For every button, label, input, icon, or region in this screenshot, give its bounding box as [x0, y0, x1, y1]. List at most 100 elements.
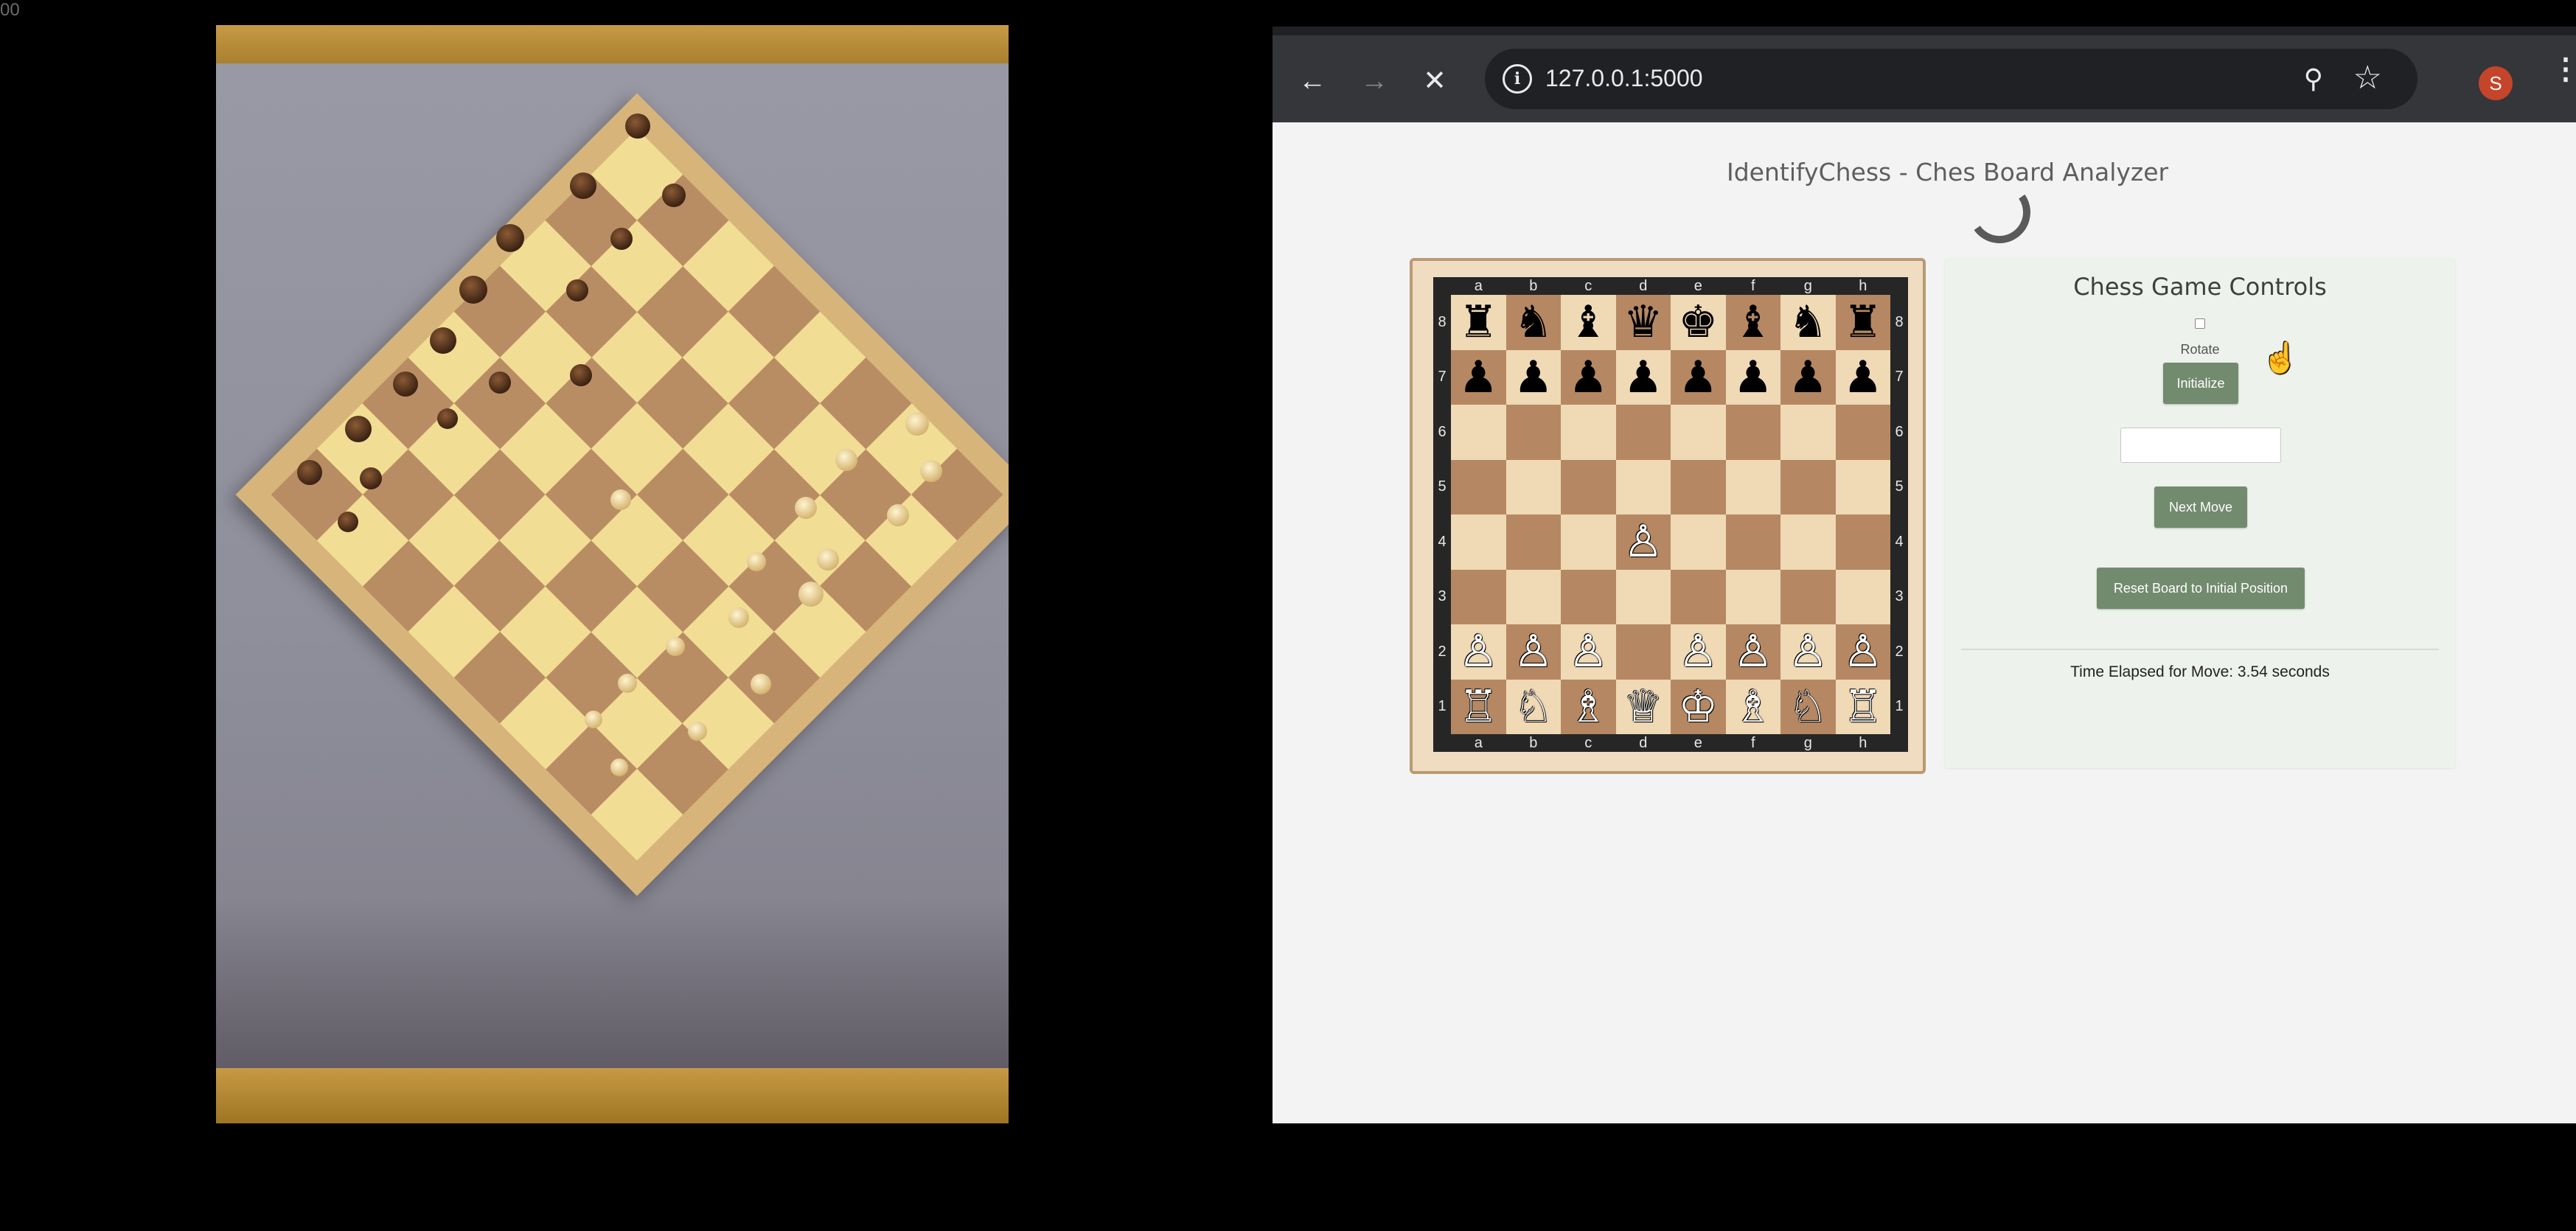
address-bar[interactable]: i 127.0.0.1:5000 ⚲ ☆ [1485, 49, 2417, 109]
square-f7[interactable]: ♟ [1725, 349, 1780, 405]
chess-piece[interactable]: ♗ [1733, 685, 1773, 729]
square-h2[interactable]: ♙ [1835, 624, 1890, 680]
forward-arrow-icon[interactable]: → [1360, 66, 1389, 96]
chess-piece[interactable]: ♜ [1458, 300, 1498, 344]
square-b5[interactable] [1505, 459, 1561, 515]
square-h6[interactable] [1835, 405, 1890, 460]
chess-piece[interactable]: ♘ [1514, 685, 1553, 729]
square-f8[interactable]: ♝ [1725, 295, 1780, 350]
square-e6[interactable] [1671, 405, 1726, 460]
square-b4[interactable] [1505, 515, 1561, 570]
stop-loading-icon[interactable]: ✕ [1420, 66, 1449, 96]
square-a4[interactable] [1451, 515, 1506, 570]
chess-piece[interactable]: ♖ [1843, 685, 1883, 729]
chess-piece[interactable]: ♙ [1568, 630, 1608, 674]
square-g5[interactable] [1780, 459, 1836, 515]
square-f6[interactable] [1725, 405, 1780, 460]
square-g6[interactable] [1780, 405, 1836, 460]
square-d1[interactable]: ♕ [1615, 679, 1671, 734]
square-d3[interactable] [1615, 569, 1671, 624]
square-b2[interactable]: ♙ [1505, 624, 1561, 680]
next-move-button[interactable]: Next Move [2154, 487, 2247, 528]
chess-piece[interactable]: ♟ [1678, 355, 1718, 400]
zoom-icon[interactable]: ⚲ [2304, 63, 2323, 94]
chess-piece[interactable]: ♙ [1514, 630, 1553, 674]
chess-piece[interactable]: ♙ [1678, 630, 1718, 674]
square-g1[interactable]: ♘ [1780, 679, 1836, 734]
bookmark-star-icon[interactable]: ☆ [2353, 59, 2382, 97]
square-a6[interactable] [1451, 405, 1506, 460]
square-b1[interactable]: ♘ [1505, 679, 1561, 734]
chess-piece[interactable]: ♟ [1458, 355, 1498, 400]
back-arrow-icon[interactable]: ← [1298, 66, 1327, 96]
url-text[interactable]: 127.0.0.1:5000 [1545, 65, 1703, 92]
square-h3[interactable] [1835, 569, 1890, 624]
square-e3[interactable] [1671, 569, 1726, 624]
chess-piece[interactable]: ♖ [1458, 685, 1498, 729]
square-g2[interactable]: ♙ [1780, 624, 1836, 680]
square-b8[interactable]: ♞ [1505, 295, 1561, 350]
square-c7[interactable]: ♟ [1561, 349, 1616, 405]
square-b7[interactable]: ♟ [1505, 349, 1561, 405]
square-h4[interactable] [1835, 515, 1890, 570]
square-h5[interactable] [1835, 459, 1890, 515]
square-a8[interactable]: ♜ [1451, 295, 1506, 350]
initialize-button[interactable]: Initialize [2163, 363, 2238, 404]
square-f1[interactable]: ♗ [1725, 679, 1780, 734]
chess-piece[interactable]: ♚ [1678, 300, 1718, 344]
chess-piece[interactable]: ♟ [1843, 355, 1883, 400]
chess-piece[interactable]: ♞ [1788, 300, 1828, 344]
chess-piece[interactable]: ♟ [1514, 355, 1553, 400]
square-f2[interactable]: ♙ [1725, 624, 1780, 680]
square-f4[interactable] [1725, 515, 1780, 570]
square-b3[interactable] [1505, 569, 1561, 624]
square-g4[interactable] [1780, 515, 1836, 570]
chess-piece[interactable]: ♗ [1568, 685, 1608, 729]
chess-piece[interactable]: ♜ [1843, 300, 1883, 344]
square-d7[interactable]: ♟ [1615, 349, 1671, 405]
square-f5[interactable] [1725, 459, 1780, 515]
square-e5[interactable] [1671, 459, 1726, 515]
square-c2[interactable]: ♙ [1561, 624, 1616, 680]
reset-board-button[interactable]: Reset Board to Initial Position [2097, 568, 2305, 609]
square-c6[interactable] [1561, 405, 1616, 460]
chess-piece[interactable]: ♕ [1623, 685, 1663, 729]
chess-piece[interactable]: ♟ [1733, 355, 1773, 400]
chess-piece[interactable]: ♞ [1514, 300, 1553, 344]
menu-kebab-icon[interactable]: ⋮ [2551, 55, 2576, 84]
square-c5[interactable] [1561, 459, 1616, 515]
chess-piece[interactable]: ♝ [1568, 300, 1608, 344]
chess-piece[interactable]: ♟ [1623, 355, 1663, 400]
square-a5[interactable] [1451, 459, 1506, 515]
square-h8[interactable]: ♜ [1835, 295, 1890, 350]
square-c4[interactable] [1561, 515, 1616, 570]
square-h7[interactable]: ♟ [1835, 349, 1890, 405]
chess-piece[interactable]: ♟ [1788, 355, 1828, 400]
chess-piece[interactable]: ♙ [1843, 630, 1883, 674]
chess-piece[interactable]: ♙ [1733, 630, 1773, 674]
chess-piece[interactable]: ♘ [1788, 685, 1828, 729]
square-a2[interactable]: ♙ [1451, 624, 1506, 680]
chess-piece[interactable]: ♙ [1623, 520, 1663, 564]
chess-piece[interactable]: ♟ [1568, 355, 1608, 400]
square-e2[interactable]: ♙ [1671, 624, 1726, 680]
square-d6[interactable] [1615, 405, 1671, 460]
chess-piece[interactable]: ♛ [1623, 300, 1663, 344]
square-g7[interactable]: ♟ [1780, 349, 1836, 405]
square-g3[interactable] [1780, 569, 1836, 624]
square-e1[interactable]: ♔ [1671, 679, 1726, 734]
square-a1[interactable]: ♖ [1451, 679, 1506, 734]
square-e4[interactable] [1671, 515, 1726, 570]
chess-piece[interactable]: ♙ [1788, 630, 1828, 674]
square-c3[interactable] [1561, 569, 1616, 624]
square-d2[interactable] [1615, 624, 1671, 680]
move-input[interactable] [2120, 428, 2281, 463]
square-f3[interactable] [1725, 569, 1780, 624]
square-e8[interactable]: ♚ [1671, 295, 1726, 350]
square-c1[interactable]: ♗ [1561, 679, 1616, 734]
site-info-icon[interactable]: i [1503, 64, 1532, 94]
square-a3[interactable] [1451, 569, 1506, 624]
square-b6[interactable] [1505, 405, 1561, 460]
square-e7[interactable]: ♟ [1671, 349, 1726, 405]
square-h1[interactable]: ♖ [1835, 679, 1890, 734]
